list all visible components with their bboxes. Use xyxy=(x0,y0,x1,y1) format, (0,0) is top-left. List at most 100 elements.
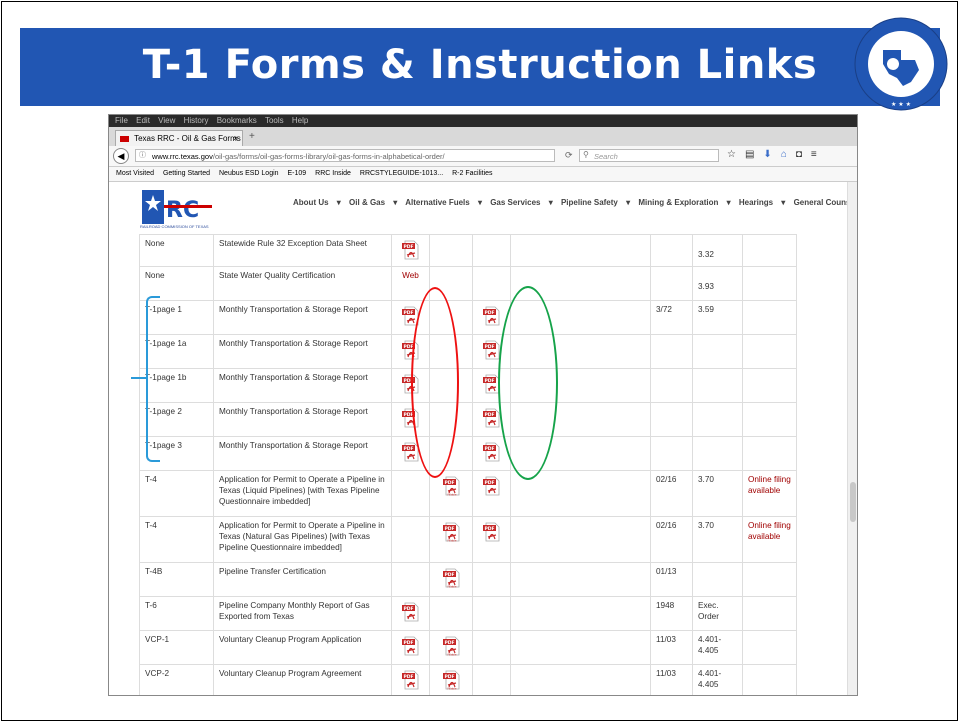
search-input[interactable]: Search xyxy=(579,149,719,162)
online-filing-cell xyxy=(742,596,797,631)
svg-text:PDF: PDF xyxy=(403,674,413,680)
spacer-cell xyxy=(510,596,651,631)
back-button[interactable]: ◀ xyxy=(113,148,129,164)
form-title-cell: Voluntary Cleanup Program Agreement xyxy=(213,664,392,695)
site-info-icon[interactable]: ⓘ xyxy=(139,150,146,160)
revision-date-cell xyxy=(650,334,693,369)
online-filing-cell[interactable]: Online filing available xyxy=(742,516,797,563)
reading-list-icon[interactable]: ▤ xyxy=(745,149,763,160)
browser-screenshot: File Edit View History Bookmarks Tools H… xyxy=(108,114,858,696)
svg-text:PDF: PDF xyxy=(484,310,494,316)
page-scrollbar[interactable] xyxy=(847,182,857,695)
form-title-cell: Monthly Transportation & Storage Report xyxy=(213,402,392,437)
form-number-cell: T-4B xyxy=(139,562,214,597)
menu-view[interactable]: View xyxy=(158,116,175,125)
bookmark-style-guide[interactable]: RRCSTYLEGUIDE-1013... xyxy=(360,170,443,177)
form-title-cell: Pipeline Company Monthly Report of Gas E… xyxy=(213,596,392,631)
nav-mining-exploration[interactable]: Mining & Exploration ▾ xyxy=(638,198,730,207)
online-filing-cell xyxy=(742,266,797,301)
nav-about-us[interactable]: About Us ▾ xyxy=(293,198,341,207)
url-path: /oil-gas/forms/oil-gas-forms-library/oil… xyxy=(212,152,445,161)
form-title-cell: Monthly Transportation & Storage Report xyxy=(213,300,392,335)
site-nav: About Us ▾ Oil & Gas ▾ Alternative Fuels… xyxy=(293,198,857,207)
menu-history[interactable]: History xyxy=(184,116,209,125)
pdf-icon[interactable]: PDF xyxy=(483,306,500,326)
bookmark-neubus[interactable]: Neubus ESD Login xyxy=(219,170,279,177)
menu-bookmarks[interactable]: Bookmarks xyxy=(217,116,257,125)
fillable-pdf-icon[interactable]: PDF Fillable xyxy=(442,670,460,691)
menu-file[interactable]: File xyxy=(115,116,128,125)
new-tab-button[interactable]: + xyxy=(249,131,255,142)
rule-cell: 4.401-4.405 xyxy=(692,630,743,665)
pdf-icon[interactable]: PDF xyxy=(402,602,419,622)
url-domain: www.rrc.texas.gov xyxy=(152,152,213,161)
rule-cell: 3.59 xyxy=(692,300,743,335)
online-filing-cell[interactable]: Online filing available xyxy=(742,470,797,517)
menu-tools[interactable]: Tools xyxy=(265,116,284,125)
nav-pipeline-safety[interactable]: Pipeline Safety ▾ xyxy=(561,198,630,207)
menu-edit[interactable]: Edit xyxy=(136,116,150,125)
menu-icon[interactable]: ≡ xyxy=(811,149,826,160)
form-number-cell: VCP-2 xyxy=(139,664,214,695)
rule-cell: Exec. Order xyxy=(692,596,743,631)
instructions-cell xyxy=(472,664,511,695)
pdf-icon[interactable]: PDF xyxy=(402,636,419,656)
logo-subtitle: RAILROAD COMMISSION OF TEXAS xyxy=(140,224,209,229)
rule-cell: 3.70 xyxy=(692,516,743,563)
nav-oil-gas[interactable]: Oil & Gas ▾ xyxy=(349,198,397,207)
scrollbar-thumb[interactable] xyxy=(850,482,856,522)
svg-text:PDF: PDF xyxy=(484,412,494,418)
svg-text:PDF: PDF xyxy=(403,244,413,250)
fillable-pdf-icon[interactable]: PDF Fillable xyxy=(442,568,460,589)
bookmark-star-icon[interactable]: ☆ xyxy=(727,149,745,160)
table-row: None Statewide Rule 32 Exception Data She… xyxy=(139,234,797,267)
slide-title: T-1 Forms & Instruction Links xyxy=(142,42,818,88)
bookmark-most-visited[interactable]: Most Visited xyxy=(116,170,154,177)
rrc-logo-icon[interactable]: RC xyxy=(142,190,212,224)
bookmark-e109[interactable]: E-109 xyxy=(288,170,307,177)
pdf-icon[interactable]: PDF xyxy=(483,522,500,542)
table-row: T-1page 3 Monthly Transportation & Storag… xyxy=(139,436,797,471)
menu-help[interactable]: Help xyxy=(292,116,308,125)
bookmark-getting-started[interactable]: Getting Started xyxy=(163,170,210,177)
nav-alternative-fuels[interactable]: Alternative Fuels ▾ xyxy=(405,198,482,207)
svg-text:PDF: PDF xyxy=(444,526,454,532)
pdf-icon[interactable]: PDF xyxy=(402,240,419,260)
fillable-pdf-icon[interactable]: PDF Fillable xyxy=(442,476,460,497)
bookmark-r2-facilities[interactable]: R-2 Facilities xyxy=(452,170,492,177)
form-title-cell: State Water Quality Certification xyxy=(213,266,392,301)
pdf-icon[interactable]: PDF xyxy=(483,408,500,428)
fillable-pdf-icon[interactable]: PDF Fillable xyxy=(442,522,460,543)
web-link[interactable]: Web xyxy=(402,271,419,280)
svg-text:PDF: PDF xyxy=(484,446,494,452)
rule-cell xyxy=(692,402,743,437)
pocket-icon[interactable]: ◘ xyxy=(796,149,811,160)
reload-icon[interactable]: ⟳ xyxy=(565,150,573,161)
pdf-icon[interactable]: PDF xyxy=(402,670,419,690)
svg-text:Fillable: Fillable xyxy=(447,653,456,657)
home-icon[interactable]: ⌂ xyxy=(781,149,796,160)
nav-hearings[interactable]: Hearings ▾ xyxy=(739,198,785,207)
pdf-icon[interactable]: PDF xyxy=(483,442,500,462)
rule-cell: 4.401-4.405 xyxy=(692,664,743,695)
table-row: T-1page 1a Monthly Transportation & Stora… xyxy=(139,334,797,369)
tab-close-button[interactable]: × xyxy=(233,131,238,147)
bookmark-rrc-inside[interactable]: RRC Inside xyxy=(315,170,351,177)
nav-gas-services[interactable]: Gas Services ▾ xyxy=(490,198,553,207)
instructions-cell: PDF xyxy=(472,470,511,517)
revision-date-cell: 02/16 xyxy=(650,516,693,563)
downloads-icon[interactable]: ⬇ xyxy=(763,149,780,160)
url-bar[interactable]: www.rrc.texas.gov/oil-gas/forms/oil-gas-… xyxy=(135,149,555,162)
svg-text:PDF: PDF xyxy=(484,378,494,384)
svg-text:PDF: PDF xyxy=(484,526,494,532)
svg-text:PDF: PDF xyxy=(403,446,413,452)
spacer-cell xyxy=(510,234,651,267)
browser-tab[interactable]: Texas RRC - Oil & Gas Forms × xyxy=(115,130,243,146)
form-number-cell: T-4 xyxy=(139,470,214,517)
t1-pages-bracket-tick xyxy=(131,377,147,379)
pdf-icon[interactable]: PDF xyxy=(483,340,500,360)
fillable-pdf-icon[interactable]: PDF Fillable xyxy=(442,636,460,657)
revision-date-cell xyxy=(650,234,693,267)
revision-date-cell: 3/72 xyxy=(650,300,693,335)
pdf-icon[interactable]: PDF xyxy=(483,476,500,496)
